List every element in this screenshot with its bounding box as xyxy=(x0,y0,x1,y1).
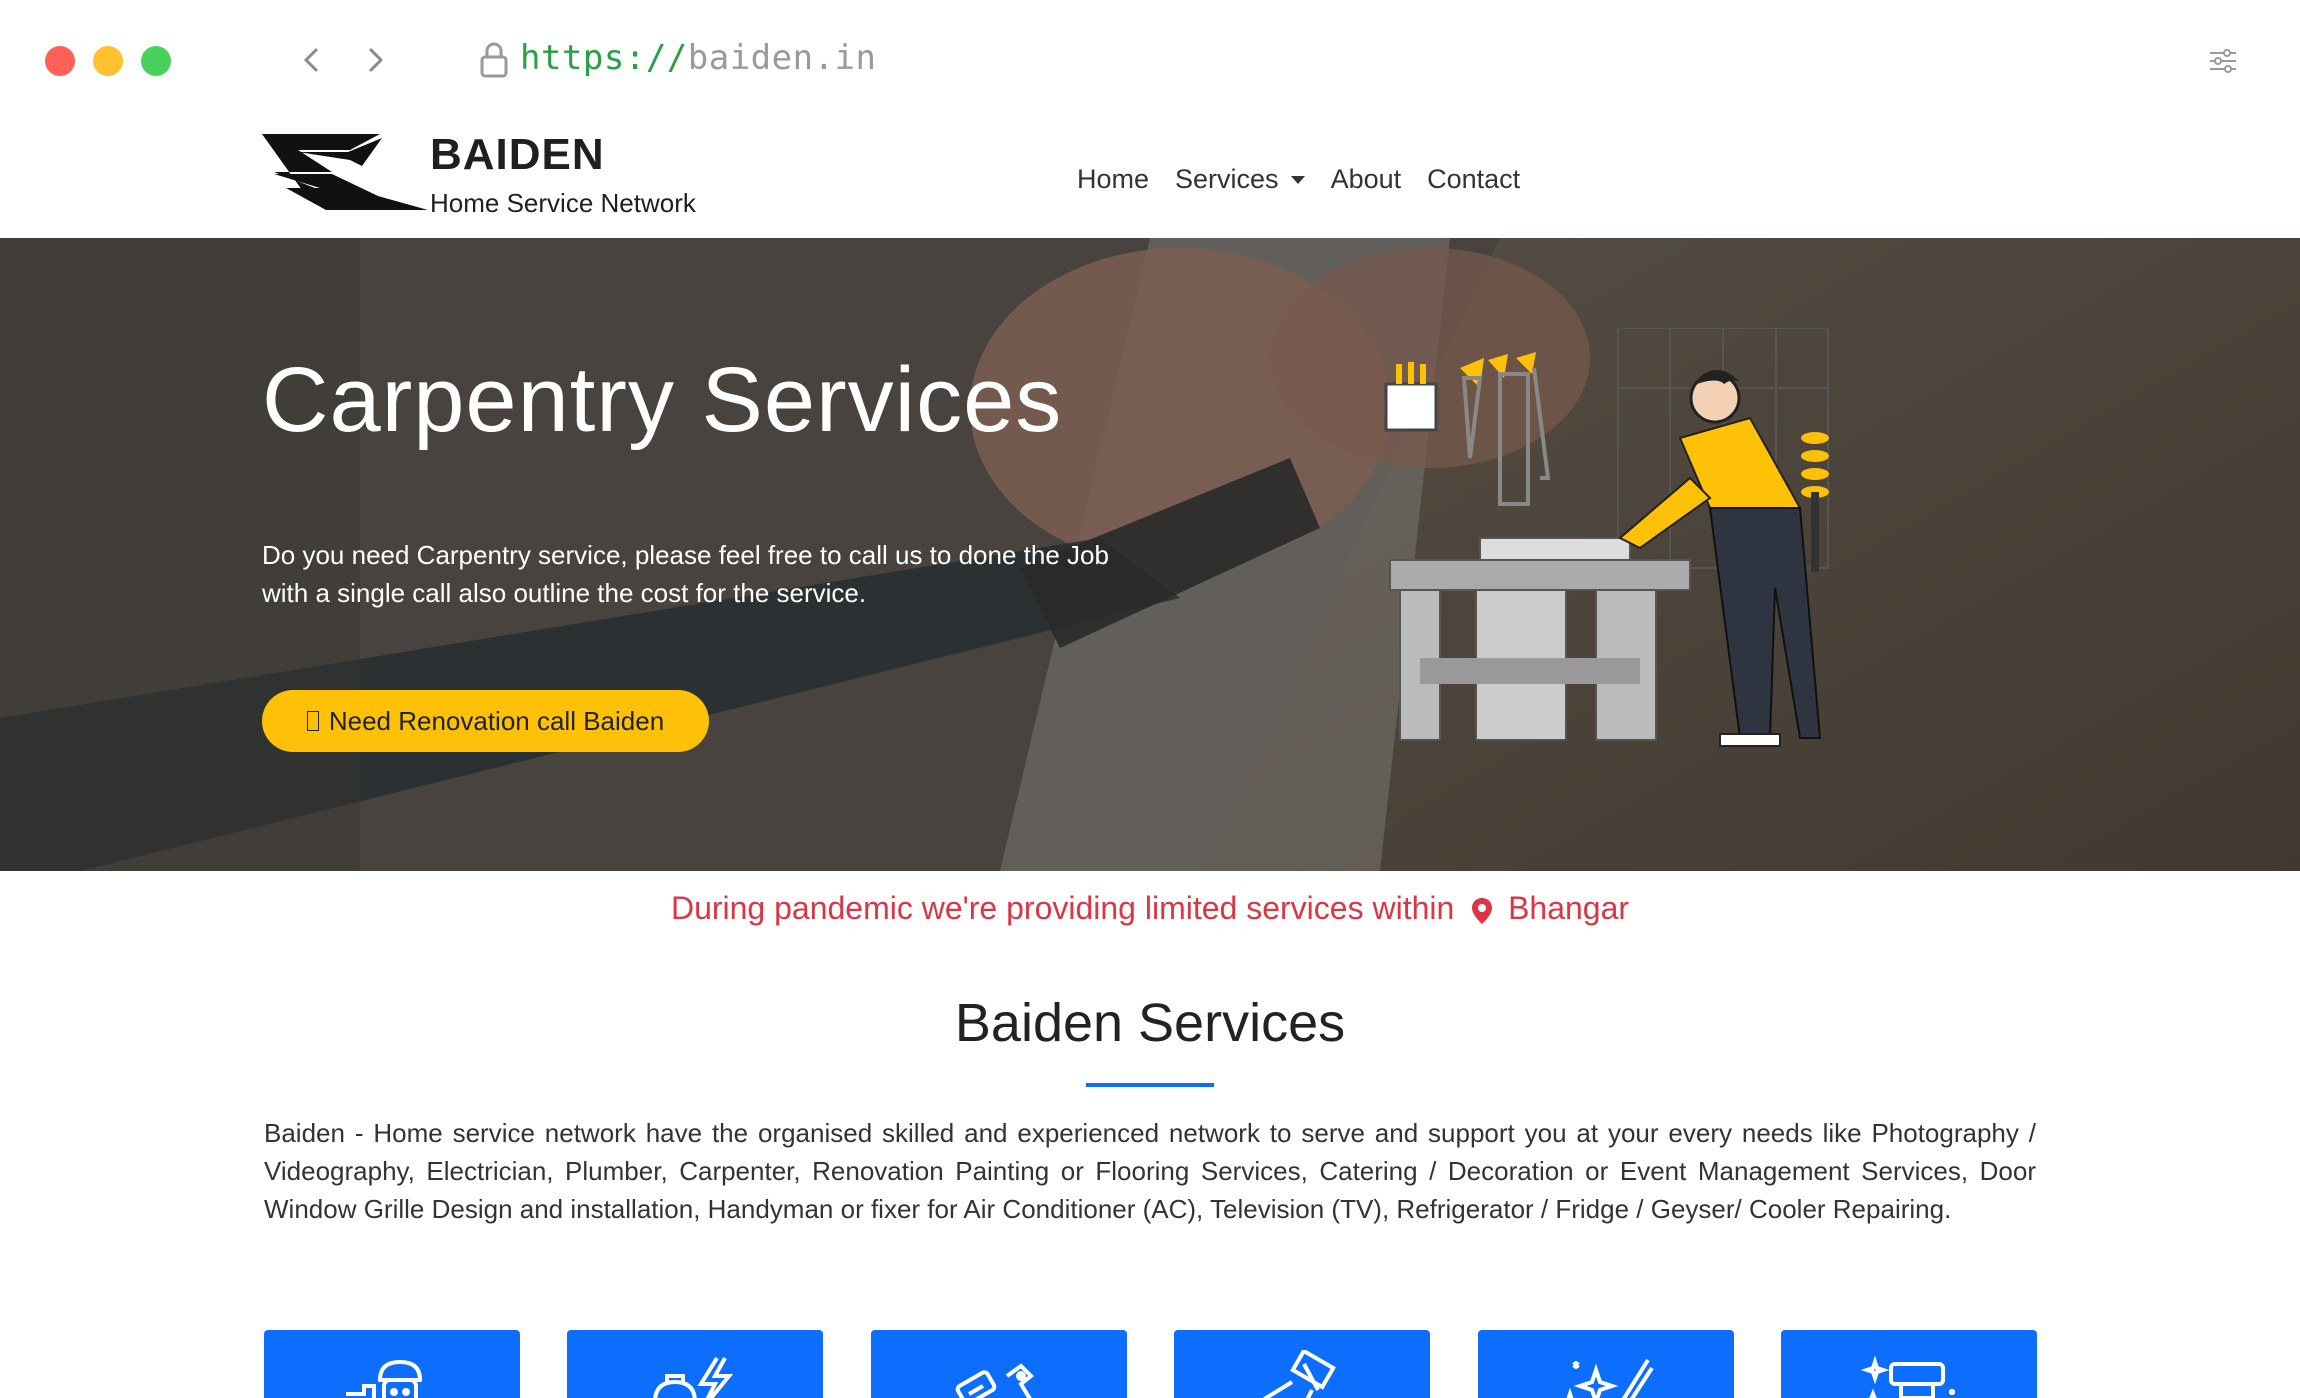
need-renovation-button[interactable]: Need Renovation call Baiden xyxy=(262,690,709,752)
pandemic-notice-text: During pandemic we're providing limited … xyxy=(670,890,1455,926)
back-arrow-icon[interactable] xyxy=(292,40,332,80)
baiden-logo-icon[interactable] xyxy=(262,130,428,212)
address-bar[interactable]: https://baiden.in xyxy=(520,38,877,78)
lock-icon xyxy=(480,42,508,78)
nav-item-about-label: About xyxy=(1330,164,1402,194)
forward-arrow-icon[interactable] xyxy=(355,40,395,80)
services-description: Baiden - Home service network have the o… xyxy=(264,1118,2036,1224)
brand-name[interactable]: BAIDEN xyxy=(430,130,605,180)
hero-description: Do you need Carpentry service, please fe… xyxy=(262,540,1109,608)
service-card-plumber[interactable] xyxy=(264,1330,520,1398)
browser-window: https://baiden.in BAIDEN Home Service Ne… xyxy=(0,0,2300,1398)
phone-icon xyxy=(306,711,319,731)
nav-item-about[interactable]: About xyxy=(1331,164,1402,195)
notice-location[interactable]: Bhangar xyxy=(1508,890,1629,926)
decoration-icon xyxy=(1566,1358,1654,1398)
painting-icon xyxy=(1262,1350,1336,1398)
hero-banner: Carpentry Services Do you need Carpentry… xyxy=(0,238,2300,871)
service-card-carpenter[interactable] xyxy=(871,1330,1127,1398)
hero-title: Carpentry Services xyxy=(262,349,1063,451)
need-renovation-button-label: Need Renovation call Baiden xyxy=(328,705,665,736)
url-host: baiden.in xyxy=(687,38,877,78)
service-card-painting[interactable] xyxy=(1174,1330,1430,1398)
service-card-decoration[interactable] xyxy=(1478,1330,1734,1398)
maximize-window-button[interactable] xyxy=(141,46,171,76)
browser-toolbar: https://baiden.in xyxy=(0,0,2300,120)
settings-sliders-icon[interactable] xyxy=(2208,46,2238,76)
nav-item-home[interactable]: Home xyxy=(1077,164,1149,195)
nav-item-contact-label: Contact xyxy=(1427,164,1521,194)
repair-icon xyxy=(1860,1355,1955,1398)
service-card-electrician[interactable] xyxy=(567,1330,823,1398)
url-protocol: https:// xyxy=(520,38,688,78)
nav-item-home-label: Home xyxy=(1077,164,1150,194)
minimize-window-button[interactable] xyxy=(93,46,123,76)
pandemic-notice: During pandemic we're providing limited … xyxy=(0,890,2300,927)
section-divider xyxy=(1086,1083,1214,1087)
brand-tagline: Home Service Network xyxy=(430,188,696,218)
nav-item-services-label: Services xyxy=(1175,164,1279,194)
service-card-repair[interactable] xyxy=(1781,1330,2037,1398)
nav-item-services[interactable]: Services xyxy=(1175,164,1305,195)
services-section-title: Baiden Services xyxy=(954,993,1346,1053)
caret-down-icon xyxy=(1290,175,1305,184)
electrician-icon xyxy=(653,1356,734,1398)
carpenter-illustration xyxy=(1384,328,1829,747)
tools-icon xyxy=(955,1363,1034,1398)
nav-item-contact[interactable]: Contact xyxy=(1427,164,1520,195)
map-pin-icon xyxy=(1472,897,1493,924)
main-menu: Home Services About Contact xyxy=(1077,164,1520,195)
plumber-icon xyxy=(346,1359,423,1398)
close-window-button[interactable] xyxy=(45,46,75,76)
